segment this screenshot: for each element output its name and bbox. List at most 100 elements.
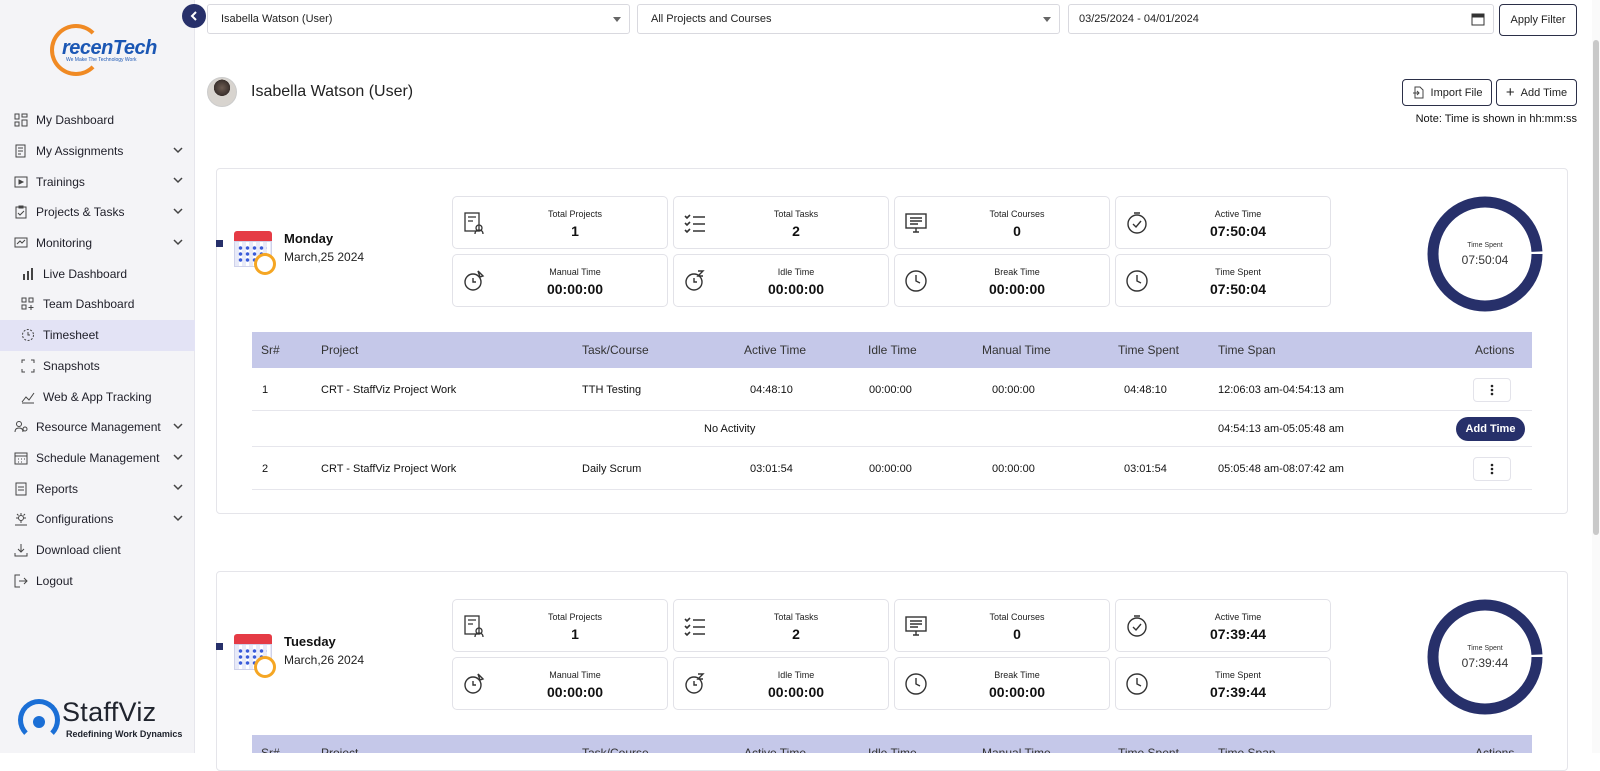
row-add-time-button[interactable]: Add Time	[1456, 417, 1525, 441]
stat-active-time: Active Time 07:50:04	[1115, 196, 1331, 249]
sidebar-item-download-client[interactable]: Download client	[0, 535, 195, 566]
sidebar-item-resource-management[interactable]: Resource Management	[0, 412, 195, 443]
cell-span: 12:06:03 am-04:54:13 am	[1218, 384, 1344, 396]
cell-manual: 00:00:00	[992, 463, 1035, 475]
import-file-button[interactable]: Import File	[1402, 79, 1492, 106]
cell-span: 05:05:48 am-08:07:42 am	[1218, 463, 1344, 475]
sidebar-item-label: Resource Management	[36, 420, 161, 435]
sidebar-item-label: Web & App Tracking	[43, 389, 152, 404]
table-header: Sr# Project Task/Course Active Time Idle…	[252, 735, 1532, 753]
stat-break-time: Break Time 00:00:00	[894, 254, 1110, 307]
stat-label: Active Time	[1214, 612, 1262, 622]
calendar-clock-icon	[232, 229, 276, 275]
sidebar-item-logout[interactable]: Logout	[0, 565, 195, 596]
row-actions-button[interactable]	[1473, 457, 1511, 481]
calendar-icon[interactable]	[1471, 12, 1485, 26]
dashboard-icon	[13, 112, 29, 128]
apply-filter-button[interactable]: Apply Filter	[1499, 4, 1577, 36]
stat-value: 0	[1013, 223, 1021, 239]
add-time-button[interactable]: + Add Time	[1496, 79, 1577, 106]
stat-value: 07:39:44	[1209, 684, 1267, 700]
chevron-down-icon[interactable]	[173, 206, 183, 216]
cell-task: TTH Testing	[582, 384, 642, 396]
scrollbar-thumb[interactable]	[1593, 40, 1599, 535]
sidebar-item-monitoring[interactable]: Monitoring	[0, 228, 195, 259]
avatar	[207, 77, 237, 107]
kebab-menu-icon	[1490, 384, 1494, 396]
sidebar-item-timesheet[interactable]: Timesheet	[0, 319, 195, 351]
chevron-down-icon[interactable]	[173, 145, 183, 155]
sidebar-item-label: Monitoring	[36, 236, 93, 251]
chevron-down-icon[interactable]	[173, 421, 183, 431]
column-header: Time Spent	[1118, 343, 1179, 357]
stat-value: 07:50:04	[1209, 281, 1267, 297]
row-actions-button[interactable]	[1473, 378, 1511, 402]
sidebar-item-trainings[interactable]: Trainings	[0, 166, 195, 197]
logo-tagline: We Make The Technology Work	[66, 57, 137, 63]
clipboard-icon	[13, 204, 29, 220]
user-select[interactable]: Isabella Watson (User)	[207, 4, 630, 34]
time-format-note: Note: Time is shown in hh:mm:ss	[1415, 113, 1577, 125]
project-select[interactable]: All Projects and Courses	[637, 4, 1060, 34]
import-file-label: Import File	[1430, 86, 1483, 99]
timesheet-table-monday: Sr# Project Task/Course Active Time Idle…	[252, 332, 1532, 492]
page-title: Isabella Watson (User)	[251, 83, 414, 100]
cell-task: Daily Scrum	[582, 463, 642, 475]
column-header: Project	[321, 343, 359, 357]
date-range-value: 03/25/2024 - 04/01/2024	[1079, 13, 1199, 25]
chevron-down-icon[interactable]	[173, 482, 183, 492]
staffviz-logo: StaffViz Redefining Work Dynamics	[18, 695, 188, 743]
column-header: Project	[321, 746, 359, 753]
staffviz-name: StaffViz	[62, 697, 157, 727]
stat-value: 07:39:44	[1209, 626, 1267, 642]
chevron-left-icon	[190, 11, 197, 21]
chevron-down-icon[interactable]	[173, 452, 183, 462]
sidebar-item-my-assignments[interactable]: My Assignments	[0, 136, 195, 167]
sidebar-item-team-dashboard[interactable]: Team Dashboard	[0, 289, 195, 320]
donut-value: 07:39:44	[1461, 656, 1509, 670]
sidebar-item-label: Live Dashboard	[43, 266, 128, 281]
caret-down-icon	[613, 17, 621, 22]
sidebar-collapse-button[interactable]	[182, 4, 206, 28]
sidebar-item-web-app-tracking[interactable]: Web & App Tracking	[0, 381, 195, 412]
sidebar-item-label: Logout	[36, 573, 73, 588]
sidebar-item-reports[interactable]: Reports	[0, 473, 195, 504]
chevron-down-icon[interactable]	[173, 513, 183, 523]
assignments-icon	[13, 143, 29, 159]
stat-idle-time: Idle Time 00:00:00	[673, 254, 889, 307]
sidebar-item-label: Team Dashboard	[43, 297, 135, 312]
stat-label: Idle Time	[777, 267, 815, 277]
sidebar-item-live-dashboard[interactable]: Live Dashboard	[0, 258, 195, 289]
stat-label: Total Projects	[547, 612, 603, 622]
chevron-down-icon[interactable]	[173, 237, 183, 247]
day-name: Tuesday	[284, 634, 336, 649]
sidebar-item-projects-tasks[interactable]: Projects & Tasks	[0, 197, 195, 228]
stat-value: 00:00:00	[988, 684, 1046, 700]
time-spent-donut: Time Spent 07:39:44	[1426, 598, 1544, 716]
chevron-down-icon[interactable]	[173, 175, 183, 185]
sidebar-item-label: My Assignments	[36, 144, 124, 159]
donut-label: Time Spent	[1467, 645, 1503, 652]
sidebar-item-schedule-management[interactable]: Schedule Management	[0, 443, 195, 474]
sidebar-item-my-dashboard[interactable]: My Dashboard	[0, 105, 195, 136]
page-scrollbar[interactable]	[1592, 0, 1600, 753]
stat-value: 2	[792, 626, 800, 642]
day-bullet	[216, 643, 223, 650]
people-icon	[13, 419, 29, 435]
bar-chart-icon	[20, 266, 36, 282]
column-header: Task/Course	[582, 746, 649, 753]
logout-icon	[13, 573, 29, 589]
sidebar-item-configurations[interactable]: Configurations	[0, 504, 195, 535]
donut-label: Time Spent	[1467, 242, 1503, 249]
stat-value: 00:00:00	[546, 281, 604, 297]
column-header: Active Time	[744, 343, 807, 357]
plus-icon: +	[1505, 84, 1515, 101]
time-spent-donut: Time Spent 07:50:04	[1426, 195, 1544, 313]
table-header: Sr# Project Task/Course Active Time Idle…	[252, 332, 1532, 368]
date-range-input[interactable]: 03/25/2024 - 04/01/2024	[1068, 4, 1494, 34]
stat-value: 00:00:00	[988, 281, 1046, 297]
sidebar: recenTech We Make The Technology Work My…	[0, 0, 195, 753]
sidebar-nav: My Dashboard My Assignments Trainings Pr…	[0, 105, 195, 596]
sidebar-item-snapshots[interactable]: Snapshots	[0, 351, 195, 382]
sidebar-item-label: Reports	[36, 481, 79, 496]
